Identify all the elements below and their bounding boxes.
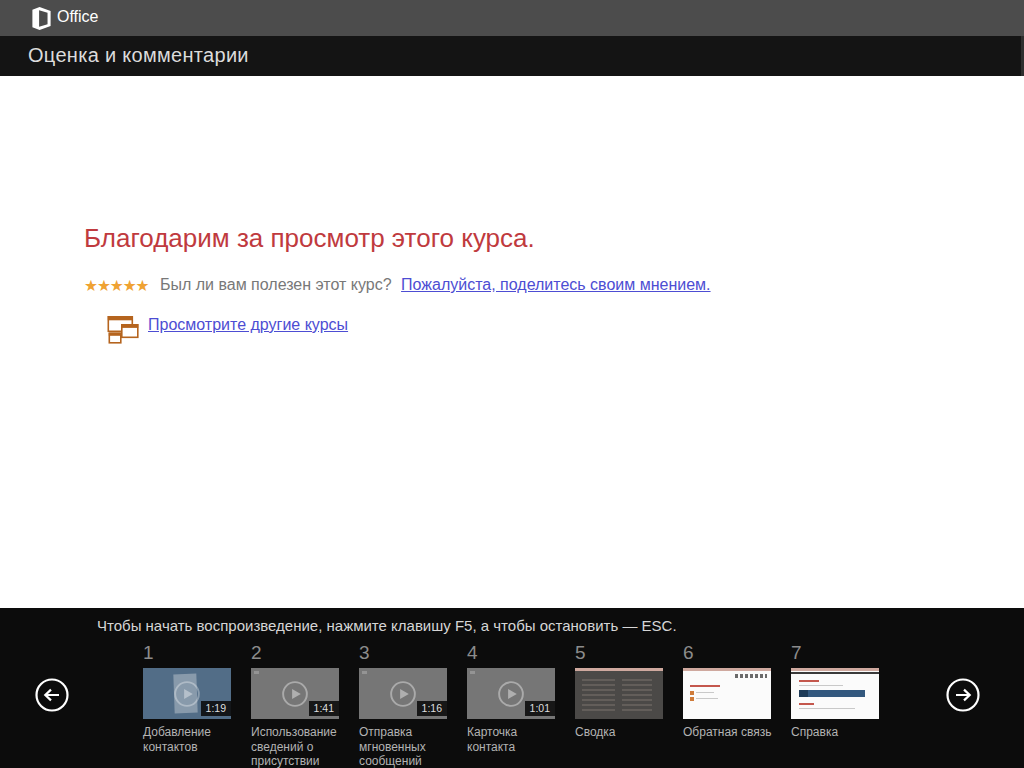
duration-badge: 1:16 <box>417 701 447 716</box>
thumb-caption: Отправка мгновенных сообщений <box>359 725 447 768</box>
office-logo-icon <box>30 7 53 30</box>
other-courses-link[interactable]: Просмотрите другие курсы <box>148 316 348 334</box>
thumb-number: 2 <box>251 642 339 668</box>
thumb-caption: Сводка <box>575 725 663 740</box>
video-thumb: 1:19 <box>143 668 231 719</box>
duration-badge: 1:41 <box>309 701 339 716</box>
help-thumb <box>791 668 879 719</box>
video-thumb: 1:16 <box>359 668 447 719</box>
thumbnail-1-dobavlenie-kontaktov[interactable]: 1 1:19 Добавление контактов <box>143 642 231 754</box>
thumb-number: 1 <box>143 642 231 668</box>
thumb-caption: Обратная связь <box>683 725 771 740</box>
previous-button[interactable] <box>34 677 70 713</box>
rating-question: Был ли вам полезен этот курс? <box>160 276 392 293</box>
rating-row: ★★★★★ Был ли вам полезен этот курс? Пожа… <box>84 276 711 296</box>
thumbnail-3-otpravka-soobshcheniy[interactable]: 3 1:16 Отправка мгновенных сообщений <box>359 642 447 768</box>
play-icon <box>498 680 525 707</box>
course-player-page: Office Оценка и комментарии Благодарим з… <box>0 0 1024 768</box>
page-header-bar: Оценка и комментарии <box>0 36 1024 76</box>
video-thumb: 1:01 <box>467 668 555 719</box>
thumb-caption: Добавление контактов <box>143 725 231 754</box>
feedback-thumb <box>683 668 771 719</box>
star-rating[interactable]: ★★★★★ <box>84 277 148 294</box>
playback-instruction: Чтобы начать воспроизведение, нажмите кл… <box>97 617 677 634</box>
thumb-number: 7 <box>791 642 879 668</box>
thumbnail-6-obratnaya-svyaz[interactable]: 6 Обратная связь <box>683 642 771 740</box>
app-name: Office <box>57 8 99 26</box>
duration-badge: 1:19 <box>201 701 231 716</box>
summary-thumb <box>575 668 663 719</box>
duration-badge: 1:01 <box>525 701 555 716</box>
thumb-number: 4 <box>467 642 555 668</box>
share-opinion-link[interactable]: Пожалуйста, поделитесь своим мнением. <box>401 276 711 293</box>
thumbnail-2-svedeniya-o-prisutstvii[interactable]: 2 1:41 Использование сведений о присутст… <box>251 642 339 768</box>
thumbnail-5-svodka[interactable]: 5 Сводка <box>575 642 663 740</box>
page-title: Оценка и комментарии <box>28 44 249 67</box>
next-button[interactable] <box>945 677 981 713</box>
thumb-number: 3 <box>359 642 447 668</box>
thumb-caption: Справка <box>791 725 879 740</box>
thumb-caption: Карточка контакта <box>467 725 555 754</box>
app-titlebar: Office <box>0 0 1024 36</box>
video-thumb: 1:41 <box>251 668 339 719</box>
main-content: Благодарим за просмотр этого курса. ★★★★… <box>0 76 1024 608</box>
thumb-caption: Использование сведений о присутствии <box>251 725 339 768</box>
other-courses-icon <box>107 313 139 344</box>
play-icon <box>282 680 309 707</box>
filmstrip-bar: Чтобы начать воспроизведение, нажмите кл… <box>0 608 1024 768</box>
thumbnail-4-kartochka-kontakta[interactable]: 4 1:01 Карточка контакта <box>467 642 555 754</box>
play-icon <box>174 680 201 707</box>
thumb-number: 5 <box>575 642 663 668</box>
thumb-number: 6 <box>683 642 771 668</box>
thumbnail-7-spravka[interactable]: 7 Справка <box>791 642 879 740</box>
thank-you-heading: Благодарим за просмотр этого курса. <box>84 223 535 254</box>
play-icon <box>390 680 417 707</box>
